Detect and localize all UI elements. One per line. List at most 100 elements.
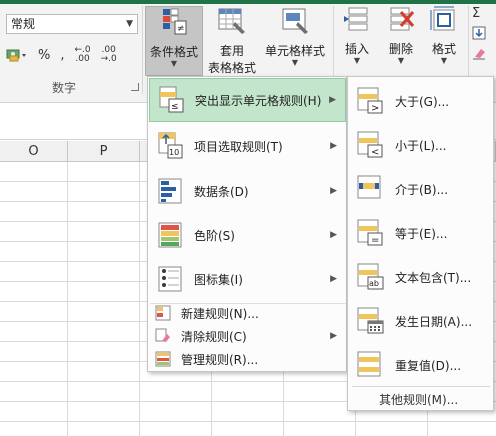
menu-item-label: 管理规则(R)... — [181, 352, 259, 367]
increase-decimal-button[interactable]: ←.0 .00 — [75, 46, 91, 64]
delete-button[interactable]: 删除 ▼ — [381, 6, 421, 65]
duplicate-values-icon — [357, 351, 381, 377]
decrease-decimal-button[interactable]: .00 →.0 — [101, 46, 117, 64]
chevron-down-icon: ▼ — [353, 56, 361, 65]
cell-styles-label: 单元格样式 — [264, 44, 325, 58]
calendar-icon — [357, 307, 384, 334]
submenu-arrow-icon: ▶ — [330, 230, 337, 240]
submenu-item-label: 发生日期(A)... — [395, 314, 473, 329]
submenu-arrow-icon: ▶ — [330, 331, 337, 341]
conditional-formatting-menu: ≤ 突出显示单元格规则(H) ▶ 10 项目选取规则(T) ▶ 数据条(D) ▶ — [147, 76, 347, 372]
menu-item-label: 突出显示单元格规则(H) — [195, 93, 322, 108]
format-as-table-label-2: 表格格式 — [207, 61, 256, 75]
submenu-item-label: 等于(E)... — [395, 226, 448, 241]
menu-item-label: 新建规则(N)... — [181, 306, 259, 321]
svg-text:<: < — [371, 147, 379, 158]
fill-icon[interactable] — [472, 26, 496, 46]
column-header-p[interactable]: P — [68, 141, 140, 162]
submenu-item-equal-to[interactable]: = 等于(E)... — [349, 211, 493, 255]
conditional-formatting-label: 条件格式 — [149, 45, 198, 59]
submenu-item-greater-than[interactable]: > 大于(G)... — [349, 79, 493, 123]
menu-item-label: 色阶(S) — [194, 228, 235, 243]
highlight-cells-rules-submenu: > 大于(G)... < 小于(L)... 介于(B)... = 等于(E)..… — [347, 76, 494, 411]
number-group-label: 数字 — [52, 81, 77, 95]
clear-icon[interactable] — [472, 46, 496, 66]
menu-item-label: 数据条(D) — [194, 184, 249, 199]
menu-item-label: 项目选取规则(T) — [194, 139, 283, 154]
insert-label: 插入 — [344, 42, 369, 56]
submenu-item-duplicate-values[interactable]: 重复值(D)... — [349, 343, 493, 387]
chevron-down-icon: ▼ — [440, 56, 448, 65]
submenu-item-text-contains[interactable]: ab 文本包含(T)... — [349, 255, 493, 299]
chevron-down-icon: ▼ — [291, 58, 299, 67]
comma-button[interactable]: , — [60, 48, 64, 63]
menu-item-label: 图标集(I) — [194, 272, 243, 287]
menu-item-data-bars[interactable]: 数据条(D) ▶ — [149, 169, 346, 213]
menu-item-label: 清除规则(C) — [181, 329, 247, 344]
decrease-decimal-bottom-text: →.0 — [100, 54, 117, 64]
submenu-item-date-occurring[interactable]: 发生日期(A)... — [349, 299, 493, 343]
editing-group: Σ — [472, 6, 496, 66]
dialog-launcher-icon[interactable] — [131, 83, 139, 91]
format-button[interactable]: 格式 ▼ — [424, 6, 464, 65]
submenu-item-label: 大于(G)... — [395, 94, 450, 109]
svg-text:10: 10 — [169, 148, 179, 157]
svg-text:=: = — [371, 235, 379, 246]
icon-sets-icon — [158, 266, 182, 292]
submenu-item-less-than[interactable]: < 小于(L)... — [349, 123, 493, 167]
menu-item-color-scales[interactable]: 色阶(S) ▶ — [149, 213, 346, 257]
insert-button[interactable]: 插入 ▼ — [337, 6, 377, 65]
cell-styles-button[interactable]: 单元格样式 ▼ — [262, 6, 328, 67]
menu-item-icon-sets[interactable]: 图标集(I) ▶ — [149, 257, 346, 301]
submenu-item-more-rules[interactable]: 其他规则(M)... — [349, 390, 493, 410]
less-than-icon: < — [357, 131, 383, 158]
new-rule-icon — [155, 305, 171, 321]
cell-styles-icon — [282, 8, 308, 34]
submenu-arrow-icon: ▶ — [329, 95, 336, 105]
accounting-format-icon — [6, 49, 26, 62]
column-header-o[interactable]: O — [0, 141, 68, 162]
menu-item-new-rule[interactable]: 新建规则(N)... — [149, 302, 346, 324]
submenu-item-label: 重复值(D)... — [395, 358, 462, 373]
between-icon — [357, 175, 381, 199]
increase-decimal-bottom-text: .00 — [75, 54, 90, 64]
menu-item-clear-rules[interactable]: 清除规则(C) ▶ — [149, 325, 346, 347]
highlight-cells-rules-icon: ≤ — [159, 86, 184, 113]
submenu-item-label: 介于(B)... — [395, 182, 449, 197]
chevron-down-icon: ▼ — [397, 56, 405, 65]
number-button-row: % , ←.0 .00 .00 →.0 — [6, 44, 117, 66]
submenu-arrow-icon: ▶ — [330, 141, 337, 151]
accounting-format-button[interactable] — [6, 47, 28, 63]
submenu-item-label: 小于(L)... — [395, 138, 447, 153]
submenu-item-label: 文本包含(T)... — [395, 270, 472, 285]
svg-text:ab: ab — [369, 279, 379, 288]
number-format-select[interactable]: 常规 ▼ — [6, 14, 138, 34]
format-as-table-label-1: 套用 — [219, 44, 244, 58]
title-bar-strip — [0, 0, 496, 4]
top-bottom-rules-icon: 10 — [158, 132, 183, 159]
autosum-icon[interactable]: Σ — [472, 6, 496, 26]
format-label: 格式 — [431, 42, 456, 56]
menu-item-highlight-cells-rules[interactable]: ≤ 突出显示单元格规则(H) ▶ — [149, 78, 346, 122]
submenu-item-between[interactable]: 介于(B)... — [349, 167, 493, 211]
menu-item-manage-rules[interactable]: 管理规则(R)... — [149, 348, 346, 370]
insert-cells-icon — [344, 7, 368, 31]
chevron-down-icon[interactable]: ▼ — [126, 15, 133, 33]
format-as-table-button[interactable]: 套用 表格格式 — [205, 6, 259, 76]
svg-text:≤: ≤ — [171, 102, 179, 112]
equal-to-icon: = — [357, 219, 383, 246]
menu-item-top-bottom-rules[interactable]: 10 项目选取规则(T) ▶ — [149, 124, 346, 168]
menu-separator — [352, 386, 490, 387]
data-bars-icon — [158, 178, 182, 204]
conditional-formatting-icon: ≠ — [163, 8, 187, 35]
conditional-formatting-button[interactable]: ≠ 条件格式 ▼ — [145, 6, 203, 76]
greater-than-icon: > — [357, 87, 383, 114]
clear-rules-icon — [155, 328, 170, 342]
number-format-value: 常规 — [11, 17, 36, 31]
percent-button[interactable]: % — [38, 48, 50, 63]
text-contains-icon: ab — [357, 263, 384, 290]
svg-text:≠: ≠ — [177, 24, 185, 34]
submenu-arrow-icon: ▶ — [330, 274, 337, 284]
submenu-arrow-icon: ▶ — [330, 186, 337, 196]
manage-rules-icon — [155, 351, 171, 367]
